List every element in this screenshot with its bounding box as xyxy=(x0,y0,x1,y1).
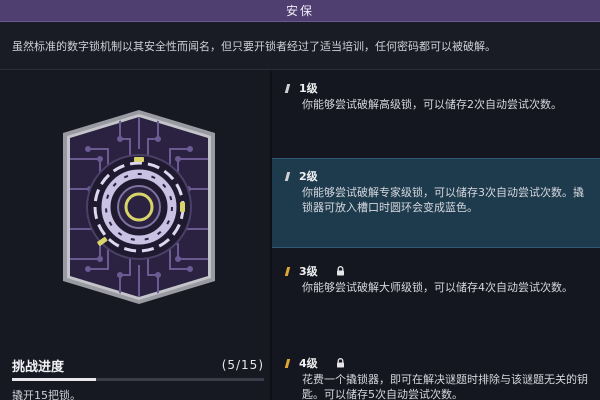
challenge-progress-fill xyxy=(12,378,96,381)
challenge-progress-title: 挑战进度 xyxy=(12,359,65,375)
perk-level-item-selected[interactable]: 2级 你能够尝试破解专家级锁，可以储存3次自动尝试次数。撬锁器可放入槽口时圆环会… xyxy=(272,158,600,248)
challenge-progress-description: 撬开15把锁。 xyxy=(12,389,81,400)
perk-level-name: 4级 xyxy=(299,357,318,370)
perk-level-description: 你能够尝试破解大师级锁，可以储存4次自动尝试次数。 xyxy=(302,281,573,294)
perk-level-list: 1级 你能够尝试破解高级锁，可以储存2次自动尝试次数。 2级 你能够尝试破解专家… xyxy=(272,71,600,400)
challenge-progress-count: (5/15) xyxy=(221,358,264,372)
perk-level-item[interactable]: 1级 你能够尝试破解高级锁，可以储存2次自动尝试次数。 xyxy=(272,71,600,157)
perk-level-header: 3级 xyxy=(284,264,345,278)
intro-panel: 虽然标准的数字锁机制以其安全性而闻名，但只要开锁者经过了适当培训，任何密码都可以… xyxy=(0,22,600,70)
perk-level-item[interactable]: 3级 你能够尝试破解大师级锁，可以储存4次自动尝试次数。 xyxy=(272,254,600,338)
perk-level-description: 你能够尝试破解专家级锁，可以储存3次自动尝试次数。撬锁器可放入槽口时圆环会变成蓝… xyxy=(302,186,584,214)
perk-level-header: 4级 xyxy=(284,356,345,370)
level-marker-icon xyxy=(284,358,291,368)
perk-level-description: 花费一个撬锁器，即可在解决谜题时排除与该谜题无关的钥匙。可以储存5次自动尝试次数… xyxy=(302,373,588,400)
perk-level-name: 3级 xyxy=(299,265,318,278)
challenge-progress-header: 挑战进度 (5/15) xyxy=(12,356,264,375)
level-marker-icon xyxy=(284,171,291,181)
perk-level-header: 1级 xyxy=(284,81,318,95)
lock-icon xyxy=(336,266,344,276)
perk-level-header: 2级 xyxy=(284,169,318,183)
intro-text: 虽然标准的数字锁机制以其安全性而闻名，但只要开锁者经过了适当培训，任何密码都可以… xyxy=(12,40,496,53)
title-bar: 安保 xyxy=(0,0,600,22)
level-marker-icon xyxy=(284,83,291,93)
perk-level-name: 1级 xyxy=(299,82,318,95)
circuit-lock-badge-icon xyxy=(60,109,218,305)
challenge-progress-bar xyxy=(12,378,264,381)
level-marker-icon xyxy=(284,266,291,276)
lock-icon xyxy=(336,358,344,368)
perk-level-name: 2级 xyxy=(299,170,318,183)
perk-overview-panel: 挑战进度 (5/15) 撬开15把锁。 xyxy=(0,71,270,400)
perk-level-item[interactable]: 4级 花费一个撬锁器，即可在解决谜题时排除与该谜题无关的钥匙。可以储存5次自动尝… xyxy=(272,346,600,400)
perk-level-description: 你能够尝试破解高级锁，可以储存2次自动尝试次数。 xyxy=(302,98,562,111)
page-title: 安保 xyxy=(285,4,314,18)
